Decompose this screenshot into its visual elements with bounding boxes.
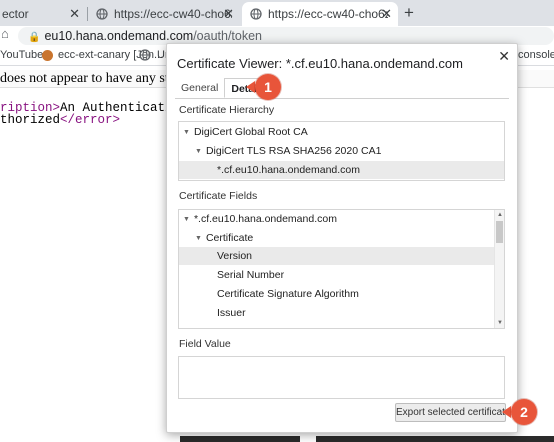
globe-icon xyxy=(96,8,108,20)
globe-icon xyxy=(250,8,262,20)
field-value-label: Field Value xyxy=(179,338,231,350)
tab-close-icon[interactable]: ✕ xyxy=(69,6,80,22)
new-tab-icon[interactable]: + xyxy=(404,3,414,23)
certificate-viewer-dialog: Certificate Viewer: *.cf.eu10.hana.ondem… xyxy=(166,43,519,433)
field-item[interactable]: ▼ Certificate xyxy=(179,229,504,247)
hierarchy-item[interactable]: ▼ DigiCert TLS RSA SHA256 2020 CA1 xyxy=(179,142,504,160)
globe-icon xyxy=(139,49,151,61)
close-icon[interactable]: ✕ xyxy=(498,48,510,65)
certificate-fields-tree: ▼ *.cf.eu10.hana.ondemand.com ▼ Certificat… xyxy=(178,209,505,329)
dark-bar xyxy=(316,436,554,442)
hierarchy-item-selected[interactable]: *.cf.eu10.hana.ondemand.com xyxy=(179,161,504,179)
browser-tab-1[interactable]: ector ✕ xyxy=(0,2,86,26)
scroll-up-icon[interactable]: ▲ xyxy=(497,212,503,218)
tab-title: ector xyxy=(2,7,29,21)
bookmark-console[interactable]: console xyxy=(518,49,554,61)
field-item-label: Version xyxy=(217,250,253,262)
hierarchy-item-label: DigiCert TLS RSA SHA256 2020 CA1 xyxy=(205,145,382,157)
url-path: /oauth/token xyxy=(193,29,262,43)
jenkins-icon xyxy=(42,49,53,61)
callout-badge-2: 2 xyxy=(511,399,537,425)
fields-label: Certificate Fields xyxy=(179,190,258,202)
dialog-title: Certificate Viewer: *.cf.eu10.hana.ondem… xyxy=(177,56,463,71)
bookmark-label: console xyxy=(518,49,554,61)
expand-triangle-icon[interactable]: ▼ xyxy=(195,143,202,161)
export-certificate-button[interactable]: Export selected certificate... xyxy=(395,403,519,422)
field-item-label: Certificate Signature Algorithm xyxy=(217,288,359,300)
browser-tab-3-active[interactable]: https://ecc-cw40-cho6zpcq.authe ✕ xyxy=(242,2,398,26)
browser-tab-2[interactable]: https://ecc-cw40-cho6zpcq.authe ✕ xyxy=(88,2,240,26)
expand-triangle-icon[interactable]: ▼ xyxy=(195,230,202,248)
callout-pointer xyxy=(502,406,511,418)
home-icon[interactable]: ⌂ xyxy=(1,26,9,41)
field-item[interactable]: Serial Number xyxy=(179,266,504,284)
fields-scrollbar[interactable]: ▲ ▼ xyxy=(494,210,504,328)
tab-close-icon[interactable]: ✕ xyxy=(223,6,234,22)
xml-text: thorized xyxy=(0,113,61,127)
url-host: eu10.hana.ondemand.com xyxy=(44,29,194,43)
callout-badge-1: 1 xyxy=(255,74,281,100)
expand-triangle-icon[interactable]: ▼ xyxy=(183,124,190,142)
bookmark-youtube[interactable]: YouTube xyxy=(0,49,43,61)
hierarchy-label: Certificate Hierarchy xyxy=(179,104,275,116)
tab-general[interactable]: General xyxy=(175,78,224,98)
field-item-selected[interactable]: Version xyxy=(179,247,495,265)
expand-triangle-icon[interactable]: ▼ xyxy=(183,211,190,229)
dark-bar xyxy=(180,436,300,442)
bookmark-label: YouTube xyxy=(0,49,44,61)
certificate-hierarchy-tree: ▼ DigiCert Global Root CA ▼ DigiCert TLS R… xyxy=(178,121,505,181)
field-value-box[interactable] xyxy=(178,356,505,399)
field-item-label: Issuer xyxy=(217,307,246,319)
field-item-label: Certificate xyxy=(205,232,254,244)
lock-icon[interactable]: 🔒 xyxy=(28,32,40,43)
tabs-divider xyxy=(175,98,509,99)
hierarchy-item-label: *.cf.eu10.hana.ondemand.com xyxy=(217,164,361,176)
field-item[interactable]: ▼ *.cf.eu10.hana.ondemand.com xyxy=(179,210,504,228)
xml-tag: </error> xyxy=(60,113,121,127)
scroll-down-icon[interactable]: ▼ xyxy=(497,320,503,326)
field-item[interactable]: Issuer xyxy=(179,304,504,322)
tab-close-icon[interactable]: ✕ xyxy=(381,6,392,22)
page-bottom xyxy=(0,436,554,442)
field-item-label: *.cf.eu10.hana.ondemand.com xyxy=(193,213,337,225)
field-item[interactable]: Certificate Signature Algorithm xyxy=(179,285,504,303)
tab-title: https://ecc-cw40-cho6zpcq.authe xyxy=(268,7,388,21)
hierarchy-item[interactable]: ▼ DigiCert Global Root CA xyxy=(179,123,504,141)
tab-strip: ector ✕ https://ecc-cw40-cho6zpcq.authe … xyxy=(0,0,554,26)
field-item-label: Serial Number xyxy=(217,269,285,281)
hierarchy-item-label: DigiCert Global Root CA xyxy=(193,126,308,138)
scroll-thumb[interactable] xyxy=(496,221,503,243)
tab-title: https://ecc-cw40-cho6zpcq.authe xyxy=(114,7,232,21)
callout-pointer xyxy=(246,81,255,93)
